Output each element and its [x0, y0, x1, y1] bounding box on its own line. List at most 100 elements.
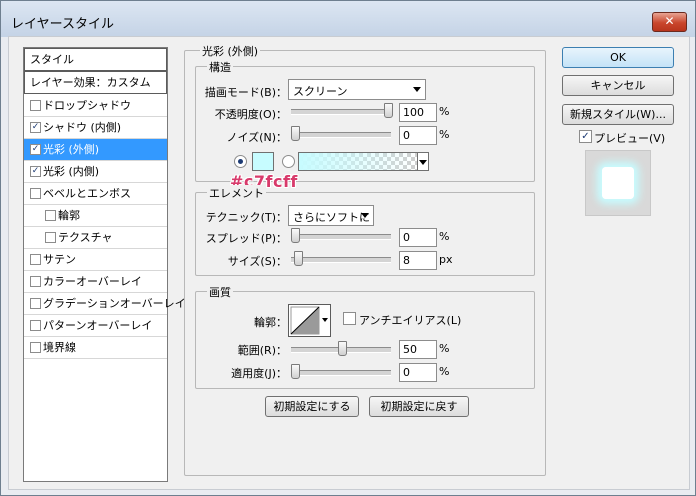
- style-preview: [585, 150, 651, 216]
- chevron-down-icon: [361, 213, 369, 218]
- sidebar-item[interactable]: ✓ シャドウ (内側): [24, 117, 167, 139]
- noise-value: 0: [403, 129, 410, 142]
- range-value: 50: [403, 343, 417, 356]
- preview-label: プレビュー(V): [594, 132, 666, 145]
- gradient-radio[interactable]: [282, 155, 295, 168]
- sidebar-item-label: グラデーションオーバーレイ: [43, 297, 186, 310]
- jitter-slider-thumb[interactable]: [291, 364, 300, 379]
- spread-unit: %: [439, 230, 450, 243]
- gradient-dropdown-button[interactable]: [417, 152, 429, 171]
- jitter-label: 適用度(J)：: [231, 367, 287, 380]
- preview-checkbox[interactable]: ✓: [579, 130, 592, 143]
- opacity-slider[interactable]: [291, 103, 393, 118]
- sidebar-item[interactable]: テクスチャ: [24, 227, 167, 249]
- dialog-body: スタイル レイヤー効果：カスタム ドロップシャドウ ✓ シャドウ (内側) ✓ 光彩 (…: [8, 36, 690, 490]
- sidebar-item[interactable]: ✓ 光彩 (内側): [24, 161, 167, 183]
- sidebar-item-label: ドロップシャドウ: [43, 99, 131, 112]
- range-slider-thumb[interactable]: [338, 341, 347, 356]
- sidebar-item-checkbox[interactable]: [45, 232, 56, 243]
- sidebar-item-checkbox[interactable]: [30, 298, 41, 309]
- spread-input[interactable]: 0: [399, 228, 437, 247]
- antialias-checkbox[interactable]: [343, 312, 356, 325]
- sidebar-item-checkbox[interactable]: [30, 100, 41, 111]
- sidebar-item[interactable]: ベベルとエンボス: [24, 183, 167, 205]
- new-style-button[interactable]: 新規スタイル(W)...: [562, 104, 674, 125]
- style-list-header-label: スタイル: [30, 53, 74, 66]
- range-input[interactable]: 50: [399, 340, 437, 359]
- sidebar-item-checkbox[interactable]: ✓: [30, 144, 41, 155]
- reset-default-button[interactable]: 初期設定に戻す: [369, 396, 469, 417]
- sidebar-item-checkbox[interactable]: [30, 320, 41, 331]
- jitter-slider[interactable]: [291, 364, 391, 379]
- opacity-slider-thumb[interactable]: [384, 103, 393, 118]
- structure-title: 構造: [207, 59, 233, 75]
- sidebar-item-label: カラーオーバーレイ: [43, 275, 142, 288]
- opacity-input[interactable]: 100: [399, 103, 437, 122]
- sidebar-item-label: ベベルとエンボス: [43, 187, 131, 200]
- sidebar-item[interactable]: グラデーションオーバーレイ: [24, 293, 186, 315]
- elements-title: エレメント: [207, 185, 266, 201]
- jitter-input[interactable]: 0: [399, 363, 437, 382]
- contour-picker[interactable]: [288, 304, 331, 337]
- noise-label: ノイズ(N)：: [226, 131, 287, 144]
- sidebar-item-checkbox[interactable]: ✓: [30, 122, 41, 133]
- sidebar-item[interactable]: サテン: [24, 249, 167, 271]
- blend-mode-select[interactable]: スクリーン: [288, 79, 426, 100]
- make-default-button[interactable]: 初期設定にする: [265, 396, 359, 417]
- spread-slider-thumb[interactable]: [291, 228, 300, 243]
- style-list: スタイル レイヤー効果：カスタム ドロップシャドウ ✓ シャドウ (内側) ✓ 光彩 (…: [23, 47, 186, 482]
- cancel-button[interactable]: キャンセル: [562, 75, 674, 96]
- ok-button[interactable]: OK: [562, 47, 674, 68]
- sidebar-item-checkbox[interactable]: ✓: [30, 166, 41, 177]
- noise-slider[interactable]: [291, 126, 391, 141]
- quality-title: 画質: [207, 284, 233, 300]
- layer-effects-header[interactable]: レイヤー効果：カスタム: [24, 71, 167, 94]
- range-slider[interactable]: [291, 341, 391, 356]
- sidebar-item[interactable]: 輪郭: [24, 205, 167, 227]
- spread-slider[interactable]: [291, 228, 391, 243]
- size-input[interactable]: 8: [399, 251, 437, 270]
- glow-gradient-swatch[interactable]: [298, 152, 418, 171]
- size-label: サイズ(S)：: [227, 255, 287, 268]
- jitter-value: 0: [403, 366, 410, 379]
- contour-icon: [290, 306, 328, 335]
- range-unit: %: [439, 342, 450, 355]
- technique-select[interactable]: さらにソフトに: [288, 205, 374, 226]
- jitter-unit: %: [439, 365, 450, 378]
- technique-label: テクニック(T)：: [205, 211, 287, 224]
- title-bar[interactable]: レイヤースタイル ✕: [1, 1, 695, 37]
- style-list-header[interactable]: スタイル: [24, 48, 167, 71]
- preview-glow-thumbnail: [602, 167, 634, 199]
- size-slider[interactable]: [291, 251, 391, 266]
- sidebar-item-checkbox[interactable]: [30, 276, 41, 287]
- sidebar-item-checkbox[interactable]: [45, 210, 56, 221]
- glow-color-swatch[interactable]: [252, 152, 274, 171]
- sidebar-item[interactable]: 境界線: [24, 337, 167, 359]
- sidebar-item-checkbox[interactable]: [30, 188, 41, 199]
- technique-value: さらにソフトに: [293, 211, 370, 224]
- sidebar-item-label: シャドウ (内側): [43, 121, 122, 134]
- sidebar-item[interactable]: ドロップシャドウ: [24, 95, 167, 117]
- opacity-label: 不透明度(O)：: [214, 108, 287, 121]
- sidebar-item-checkbox[interactable]: [30, 342, 41, 353]
- sidebar-item-label: 光彩 (外側): [43, 143, 100, 156]
- spread-label: スプレッド(P)：: [205, 232, 287, 245]
- close-icon: ✕: [664, 14, 675, 28]
- sidebar-item-label: テクスチャ: [58, 231, 113, 244]
- noise-slider-thumb[interactable]: [291, 126, 300, 141]
- range-label: 範囲(R)：: [237, 344, 287, 357]
- chevron-down-icon: [413, 87, 421, 92]
- window-title: レイヤースタイル: [11, 17, 114, 32]
- radio-selected-dot: [238, 159, 243, 164]
- sidebar-item[interactable]: ✓ 光彩 (外側): [24, 139, 167, 161]
- chevron-down-icon: [419, 160, 427, 165]
- sidebar-item-label: 輪郭: [58, 209, 80, 222]
- solid-color-radio[interactable]: [234, 155, 247, 168]
- sidebar-item[interactable]: カラーオーバーレイ: [24, 271, 167, 293]
- size-slider-thumb[interactable]: [294, 251, 303, 266]
- sidebar-item[interactable]: パターンオーバーレイ: [24, 315, 167, 337]
- sidebar-item-label: サテン: [43, 253, 76, 266]
- noise-input[interactable]: 0: [399, 126, 437, 145]
- close-button[interactable]: ✕: [652, 12, 687, 32]
- sidebar-item-checkbox[interactable]: [30, 254, 41, 265]
